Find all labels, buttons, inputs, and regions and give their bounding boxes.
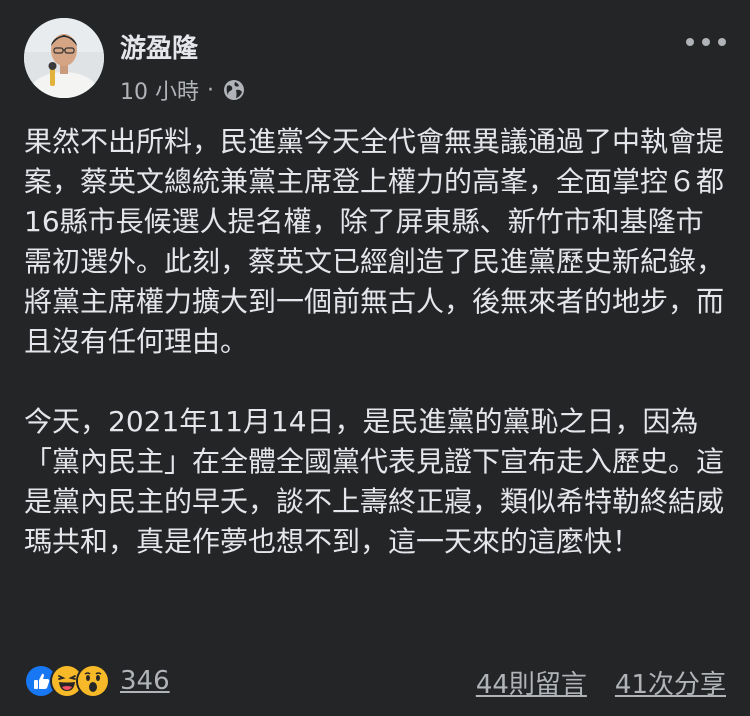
post-header: 游盈隆 10 小時 · <box>24 18 726 105</box>
shares-count-link[interactable]: 41次分享 <box>615 664 726 701</box>
meta-separator: · <box>207 77 214 103</box>
avatar[interactable] <box>24 18 104 98</box>
reactions-summary[interactable]: 346 <box>24 664 170 698</box>
post-meta: 10 小時 · <box>120 74 246 106</box>
globe-icon[interactable] <box>222 78 246 102</box>
comments-count-link[interactable]: 44則留言 <box>476 664 587 701</box>
post-paragraph: 果然不出所料，民進黨今天全代會無異議通過了中執會提案，蔡英文總統兼黨主席登上權力… <box>24 125 725 358</box>
post-paragraph: 今天，2021年11月14日，是民進黨的黨恥之日，因為「黨內民主」在全體全國黨代… <box>24 405 725 558</box>
author-name[interactable]: 游盈隆 <box>120 28 198 65</box>
post-stats: 44則留言 41次分享 <box>476 664 726 701</box>
avatar-portrait-icon <box>24 18 104 98</box>
post-text: 果然不出所料，民進黨今天全代會無異議通過了中執會提案，蔡英文總統兼黨主席登上權力… <box>24 122 726 562</box>
post-time[interactable]: 10 小時 <box>120 74 199 106</box>
reaction-count[interactable]: 346 <box>120 666 170 696</box>
more-options-icon[interactable] <box>686 32 726 52</box>
wow-icon <box>76 664 110 698</box>
post-footer: 346 44則留言 41次分享 <box>24 664 726 700</box>
